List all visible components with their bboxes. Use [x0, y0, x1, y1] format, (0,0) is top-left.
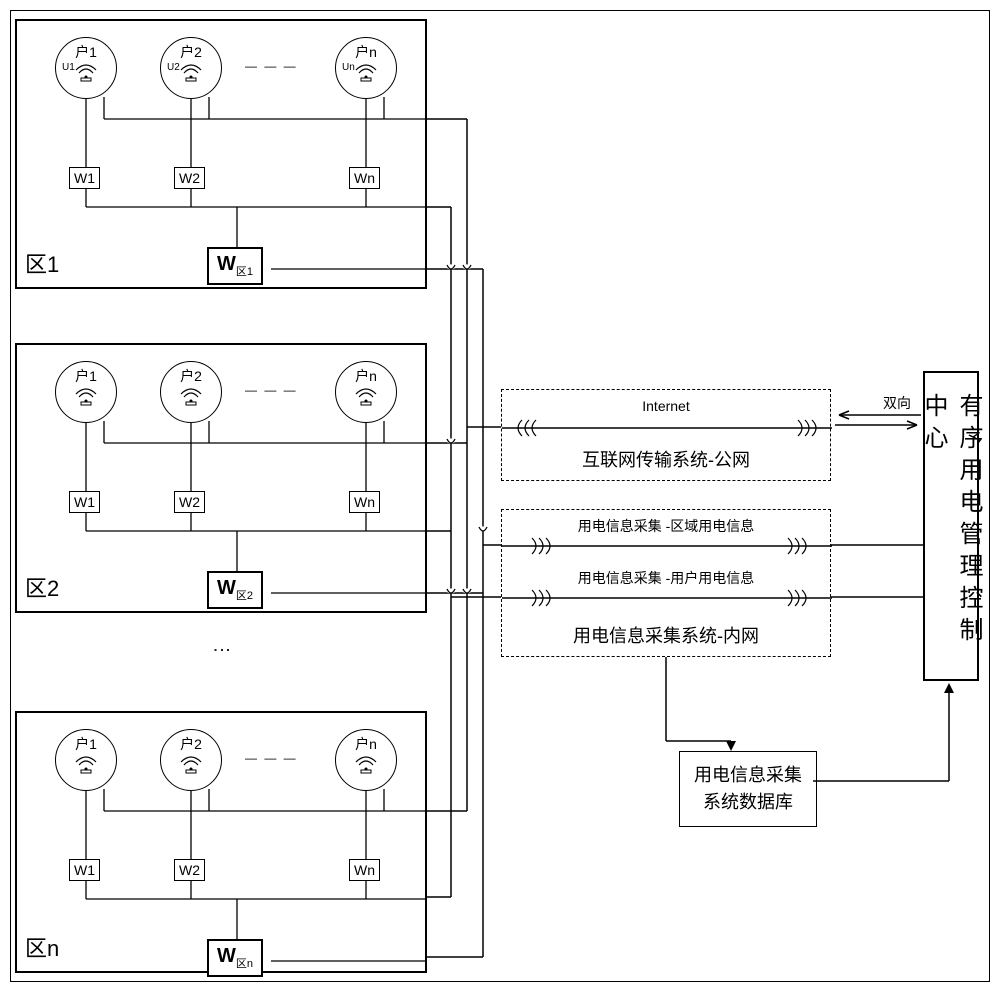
info-region-label: 用电信息采集 -区域用电信息: [502, 516, 830, 536]
public-net-label: 互联网传输系统-公网: [502, 446, 830, 472]
house-sublabel: U1: [62, 62, 75, 73]
private-net-label: 用电信息采集系统-内网: [502, 622, 830, 648]
zone-0-house-0: 户1U1: [55, 37, 117, 99]
private-network-box: 用电信息采集 -区域用电信息 用电信息采集 -用户用电信息 用电信息采集系统-内…: [501, 509, 831, 657]
wifi-icon: [180, 64, 202, 87]
zone-1-house-1: 户2: [160, 361, 222, 423]
db-line1: 用电信息采集: [694, 765, 802, 785]
database-box: 用电信息采集 系统数据库: [679, 751, 817, 827]
zone-2-meter-1: W2: [174, 859, 205, 881]
zone-2-label: 区2: [25, 571, 59, 603]
house-sublabel: Un: [342, 62, 355, 73]
control-label: 有序用电管理控制中心: [916, 393, 986, 659]
zone-1-meter-1: W2: [174, 491, 205, 513]
wifi-icon: [75, 388, 97, 411]
zone-2-meter-0: W1: [69, 859, 100, 881]
house-label: 户2: [180, 366, 202, 386]
control-center: 有序用电管理控制中心: [923, 371, 979, 681]
house-label: 户n: [355, 42, 377, 62]
wifi-icon: [355, 756, 377, 779]
zone-1-house-2: 户n: [335, 361, 397, 423]
wifi-icon: [355, 64, 377, 87]
house-label: 户n: [355, 734, 377, 754]
public-network-box: Internet 互联网传输系统-公网: [501, 389, 831, 481]
zone-2-house-0: 户1: [55, 729, 117, 791]
house-ellipsis: — — —: [245, 751, 298, 765]
zone-0-meter-0: W1: [69, 167, 100, 189]
wifi-icon: [180, 388, 202, 411]
zone-n-label: 区n: [25, 931, 59, 963]
zone-0-house-2: 户nUn: [335, 37, 397, 99]
zone-2-meter-2: Wn: [349, 859, 380, 881]
house-sublabel: U2: [167, 62, 180, 73]
region-wire: [502, 536, 832, 556]
zone-0-aggregate-meter: W区1: [207, 247, 263, 285]
house-label: 户1: [75, 734, 97, 754]
house-label: 户2: [180, 42, 202, 62]
house-label: 户n: [355, 366, 377, 386]
internet-wire: [502, 418, 832, 438]
wifi-icon: [180, 756, 202, 779]
zone-2-aggregate-meter: W区n: [207, 939, 263, 977]
user-wire: [502, 588, 832, 608]
wifi-icon: [355, 388, 377, 411]
bidir-arrows: [831, 409, 925, 433]
zone-1-house-0: 户1: [55, 361, 117, 423]
house-ellipsis: — — —: [245, 59, 298, 73]
zone-1-meter-0: W1: [69, 491, 100, 513]
zone-2-house-2: 户n: [335, 729, 397, 791]
frame: 区1 区2 区n ⋮ Internet 互联网传输系统-公网 用电信息采集 -区…: [10, 10, 990, 982]
house-label: 户1: [75, 366, 97, 386]
zone-1-meter-2: Wn: [349, 491, 380, 513]
wifi-icon: [75, 64, 97, 87]
zone-0-meter-1: W2: [174, 167, 205, 189]
db-line2: 系统数据库: [703, 792, 793, 812]
zone-2-house-1: 户2: [160, 729, 222, 791]
zone-0-meter-2: Wn: [349, 167, 380, 189]
wifi-icon: [75, 756, 97, 779]
info-user-label: 用电信息采集 -用户用电信息: [502, 568, 830, 588]
internet-label: Internet: [502, 398, 830, 414]
house-label: 户1: [75, 42, 97, 62]
house-label: 户2: [180, 734, 202, 754]
zone-1-label: 区1: [25, 247, 59, 279]
zone-0-house-1: 户2U2: [160, 37, 222, 99]
vertical-ellipsis: ⋮: [211, 641, 233, 665]
house-ellipsis: — — —: [245, 383, 298, 397]
zone-1-aggregate-meter: W区2: [207, 571, 263, 609]
